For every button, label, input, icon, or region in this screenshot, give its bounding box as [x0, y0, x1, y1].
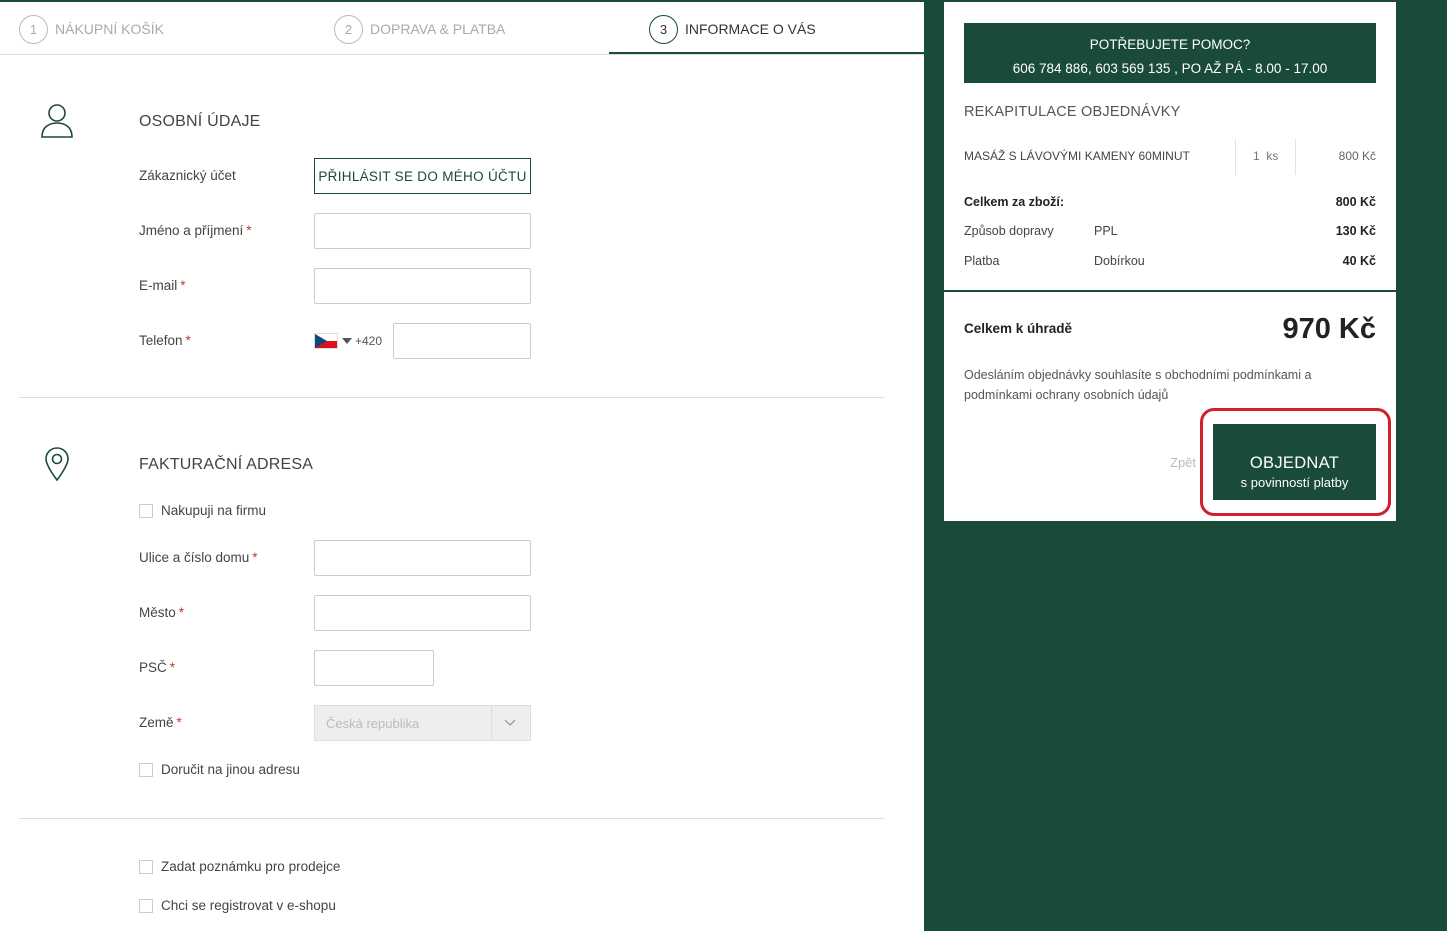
country-select-value: Česká republika: [326, 716, 420, 731]
required-mark: *: [246, 223, 252, 238]
step-cart[interactable]: 1 NÁKUPNÍ KOŠÍK: [19, 14, 164, 44]
order-recap-title: REKAPITULACE OBJEDNÁVKY: [964, 104, 1181, 120]
total-value: 970 Kč: [1282, 313, 1376, 345]
required-mark: *: [185, 333, 191, 348]
step-label: DOPRAVA & PLATBA: [370, 21, 506, 37]
phone-label: Telefon *: [139, 333, 191, 348]
city-input[interactable]: [314, 595, 531, 631]
item-column-separator: [1235, 139, 1236, 175]
step-number: 2: [334, 14, 363, 44]
highlight-annotation: [1200, 408, 1391, 516]
step-shipping-payment[interactable]: 2 DOPRAVA & PLATBA: [334, 14, 505, 44]
login-button[interactable]: PŘIHLÁSIT SE DO MÉHO ÚČTU: [314, 158, 531, 194]
required-mark: *: [178, 605, 185, 620]
payment-method: Dobírkou: [1094, 254, 1145, 268]
name-label: Jméno a příjmení *: [139, 223, 252, 238]
help-contact: 606 784 886, 603 569 135 , PO AŽ PÁ - 8.…: [1012, 61, 1328, 76]
item-name: MASÁŽ S LÁVOVÝMI KAMENY 60MINUT: [964, 149, 1190, 163]
help-title: POTŘEBUJETE POMOC?: [1089, 37, 1251, 52]
city-label: Město *: [139, 605, 185, 620]
phone-prefix-text: +420: [355, 334, 383, 348]
chevron-down-icon: [503, 715, 517, 732]
company-checkbox[interactable]: [139, 503, 153, 518]
step-number: 1: [19, 14, 48, 44]
country-select[interactable]: Česká republika: [314, 705, 531, 741]
step-label: INFORMACE O VÁS: [685, 21, 816, 37]
zip-label: PSČ *: [139, 660, 176, 675]
caret-down-icon: [342, 338, 352, 344]
location-pin-icon: [43, 446, 71, 487]
shipping-label: Způsob dopravy: [964, 224, 1054, 238]
step-label: NÁKUPNÍ KOŠÍK: [55, 21, 164, 37]
total-label: Celkem k úhradě: [964, 321, 1073, 336]
item-quantity: 1 ks: [1253, 149, 1279, 163]
register-checkbox-label: Chci se registrovat v e-shopu: [161, 898, 336, 913]
payment-price: 40 Kč: [1342, 254, 1376, 268]
section-divider: [19, 397, 884, 398]
country-label: Země *: [139, 715, 182, 730]
back-link[interactable]: Zpět: [1170, 455, 1196, 470]
checkout-steps: 1 NÁKUPNÍ KOŠÍK 2 DOPRAVA & PLATBA 3 INF…: [0, 2, 924, 55]
phone-input[interactable]: [393, 323, 531, 359]
section-divider: [19, 818, 884, 819]
goods-total-label: Celkem za zboží:: [964, 195, 1065, 209]
other-address-checkbox-label: Doručit na jinou adresu: [161, 762, 300, 777]
required-mark: *: [180, 278, 186, 293]
shipping-price: 130 Kč: [1335, 224, 1376, 238]
zip-input[interactable]: [314, 650, 434, 686]
goods-total-value: 800 Kč: [1335, 195, 1376, 209]
checkout-form-area: 1 NÁKUPNÍ KOŠÍK 2 DOPRAVA & PLATBA 3 INF…: [0, 0, 924, 931]
note-checkbox[interactable]: [139, 859, 153, 874]
terms-notice: Odesláním objednávky souhlasíte s obchod…: [964, 368, 1312, 402]
item-column-separator: [1295, 139, 1296, 175]
user-icon: [39, 102, 75, 145]
street-input[interactable]: [314, 540, 531, 576]
billing-address-title: FAKTURAČNÍ ADRESA: [139, 456, 314, 473]
required-mark: *: [169, 660, 176, 675]
street-label: Ulice a číslo domu *: [139, 550, 258, 565]
required-mark: *: [252, 550, 258, 565]
payment-label: Platba: [964, 254, 1000, 268]
email-label: E-mail *: [139, 278, 186, 293]
help-box: POTŘEBUJETE POMOC? 606 784 886, 603 569 …: [964, 23, 1376, 83]
note-checkbox-label: Zadat poznámku pro prodejce: [161, 859, 341, 874]
account-label: Zákaznický účet: [139, 168, 236, 183]
czech-flag-icon: [314, 333, 338, 349]
other-address-checkbox[interactable]: [139, 762, 153, 777]
step-info-about-you[interactable]: 3 INFORMACE O VÁS: [649, 14, 816, 44]
other-address-checkbox-row[interactable]: Doručit na jinou adresu: [139, 762, 300, 777]
summary-divider: [944, 290, 1396, 292]
note-checkbox-row[interactable]: Zadat poznámku pro prodejce: [139, 859, 340, 874]
shipping-method: PPL: [1094, 224, 1118, 238]
register-checkbox-row[interactable]: Chci se registrovat v e-shopu: [139, 898, 336, 913]
name-input[interactable]: [314, 213, 531, 249]
personal-info-title: OSOBNÍ ÚDAJE: [139, 113, 261, 130]
step-number: 3: [649, 14, 678, 44]
register-checkbox[interactable]: [139, 898, 153, 913]
select-separator: [491, 706, 492, 740]
required-mark: *: [176, 715, 182, 730]
active-step-underline: [609, 52, 924, 54]
email-input[interactable]: [314, 268, 531, 304]
company-checkbox-row[interactable]: Nakupuji na firmu: [139, 503, 266, 518]
item-price: 800 Kč: [1338, 149, 1376, 163]
company-checkbox-label: Nakupuji na firmu: [161, 503, 267, 518]
phone-country-selector[interactable]: +420: [314, 330, 382, 352]
